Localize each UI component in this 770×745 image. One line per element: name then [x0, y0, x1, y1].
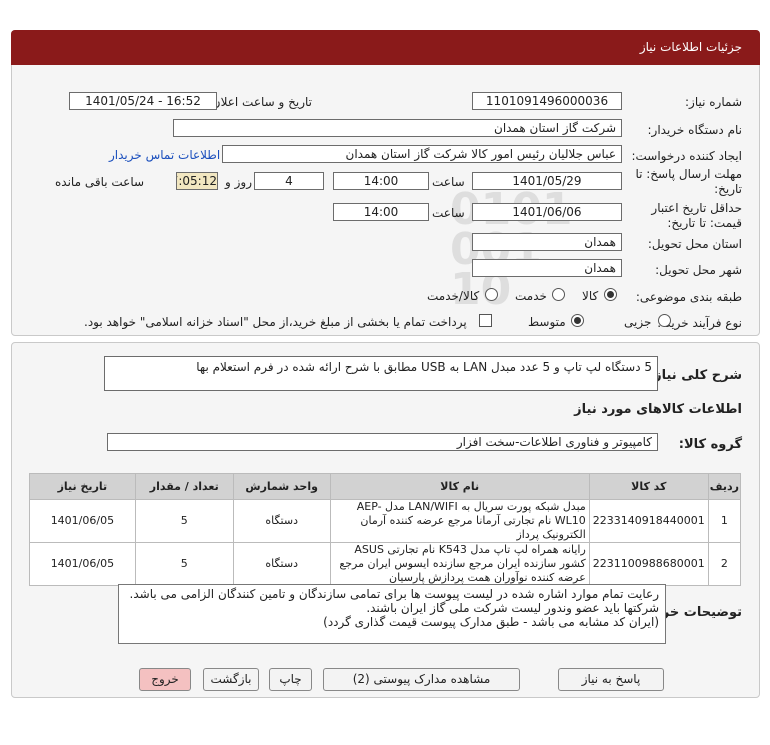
cell-row: 2: [707, 542, 742, 586]
summary-label: شرح کلی نیاز:: [648, 368, 742, 383]
process-medium-label: متوسط: [528, 315, 566, 329]
city-field: همدان: [472, 259, 622, 277]
col-header-qty: تعداد / مقدار: [134, 473, 234, 500]
days-remaining-field: 4: [254, 172, 324, 190]
reply-date-field: 1401/05/29: [472, 172, 622, 190]
category-radio-goods-service[interactable]: [485, 288, 498, 301]
reply-time-field: 14:00: [333, 172, 429, 190]
need-number-label: شماره نیاز:: [685, 95, 742, 109]
table-header-row: ردیف کد کالا نام کالا واحد شمارش تعداد /…: [29, 473, 742, 500]
goods-table: ردیف کد کالا نام کالا واحد شمارش تعداد /…: [29, 473, 742, 586]
buyer-org-field: شرکت گاز استان همدان: [173, 119, 622, 137]
cell-qty: 5: [134, 499, 234, 543]
category-goods-label: کالا: [582, 289, 599, 303]
process-radio-minor[interactable]: [658, 314, 671, 327]
category-label: طبقه بندی موضوعی:: [635, 290, 742, 304]
col-header-date: تاریخ نیاز: [29, 473, 136, 500]
cell-row: 1: [707, 499, 742, 543]
category-radio-goods[interactable]: [604, 288, 617, 301]
cell-unit: دستگاه: [232, 542, 331, 586]
validity-date-field: 1401/06/06: [472, 203, 622, 221]
cell-unit: دستگاه: [232, 499, 331, 543]
exit-button[interactable]: خروج: [139, 668, 191, 691]
buyer-org-label: نام دستگاه خریدار:: [647, 123, 743, 137]
cell-qty: 5: [134, 542, 234, 586]
buyer-contact-link[interactable]: اطلاعات تماس خریدار: [109, 148, 220, 162]
cell-date: 1401/06/05: [29, 499, 136, 543]
province-label: استان محل تحویل:: [647, 237, 742, 251]
province-field: همدان: [472, 233, 622, 251]
print-button[interactable]: چاپ: [269, 668, 312, 691]
col-header-unit: واحد شمارش: [232, 473, 331, 500]
validity-time-field: 14:00: [333, 203, 429, 221]
city-label: شهر محل تحویل:: [655, 263, 742, 277]
treasury-payment-checkbox[interactable]: [479, 314, 492, 327]
back-button[interactable]: بازگشت: [203, 668, 259, 691]
price-validity-label: حداقل تاریخ اعتبار قیمت: تا تاریخ:: [651, 201, 742, 230]
page-title: جزئیات اطلاعات نیاز: [11, 30, 760, 65]
buyer-notes-box: رعایت تمام موارد اشاره شده در لیست پیوست…: [118, 584, 666, 644]
creator-field: عباس جلالیان رئیس امور کالا شرکت گاز است…: [222, 145, 622, 163]
process-radio-medium[interactable]: [571, 314, 584, 327]
reply-button[interactable]: پاسخ به نیاز: [558, 668, 664, 691]
notes-line: شرکتها باید عضو وندور لیست شرکت ملی گاز …: [366, 601, 659, 615]
col-header-code: کد کالا: [588, 473, 709, 500]
cell-name: رایانه همراه لپ تاپ مدل K543 نام تجارتی …: [329, 542, 590, 586]
validity-time-label: ساعت: [432, 206, 465, 220]
remaining-time-label: ساعت باقی مانده: [55, 175, 145, 189]
announce-date-field: 1401/05/24 - 16:52: [69, 92, 217, 110]
cell-code: 2233140918440001: [588, 499, 709, 543]
notes-line: رعایت تمام موارد اشاره شده در لیست پیوست…: [129, 587, 659, 601]
category-goods-service-label: کالا/خدمت: [427, 289, 480, 303]
treasury-payment-note: پرداخت تمام یا بخشی از مبلغ خرید،از محل …: [84, 315, 467, 329]
notes-line: (ایران کد مشابه می باشد - طبق مدارک پیوس…: [323, 615, 659, 629]
view-attachments-button[interactable]: مشاهده مدارک پیوستی (2): [323, 668, 520, 691]
summary-field: 5 دستگاه لپ تاپ و 5 عدد مبدل LAN به USB …: [104, 356, 658, 391]
reply-time-label: ساعت: [432, 175, 465, 189]
need-number-field: 1101091496000036: [472, 92, 622, 110]
goods-group-field: کامپیوتر و فناوری اطلاعات-سخت افزار: [107, 433, 658, 451]
remaining-time-field: 07:05:12: [176, 172, 218, 190]
table-row: 1 2233140918440001 مبدل شبکه پورت سریال …: [29, 499, 742, 543]
category-radio-service[interactable]: [552, 288, 565, 301]
creator-label: ایجاد کننده درخواست:: [631, 149, 742, 163]
cell-date: 1401/06/05: [29, 542, 136, 586]
col-header-row: ردیف: [707, 473, 742, 500]
reply-deadline-label: مهلت ارسال پاسخ: تا تاریخ:: [635, 167, 742, 196]
process-minor-label: جزیی: [624, 315, 652, 329]
category-service-label: خدمت: [515, 289, 547, 303]
table-row: 2 2231100988680001 رایانه همراه لپ تاپ م…: [29, 542, 742, 586]
days-label: روز و: [225, 175, 252, 189]
cell-name: مبدل شبکه پورت سریال به LAN/WIFI مدل AEP…: [329, 499, 590, 543]
cell-code: 2231100988680001: [588, 542, 709, 586]
goods-section-title: اطلاعات کالاهای مورد نیاز: [574, 402, 742, 417]
col-header-name: نام کالا: [329, 473, 590, 500]
goods-group-label: گروه کالا:: [678, 437, 742, 452]
